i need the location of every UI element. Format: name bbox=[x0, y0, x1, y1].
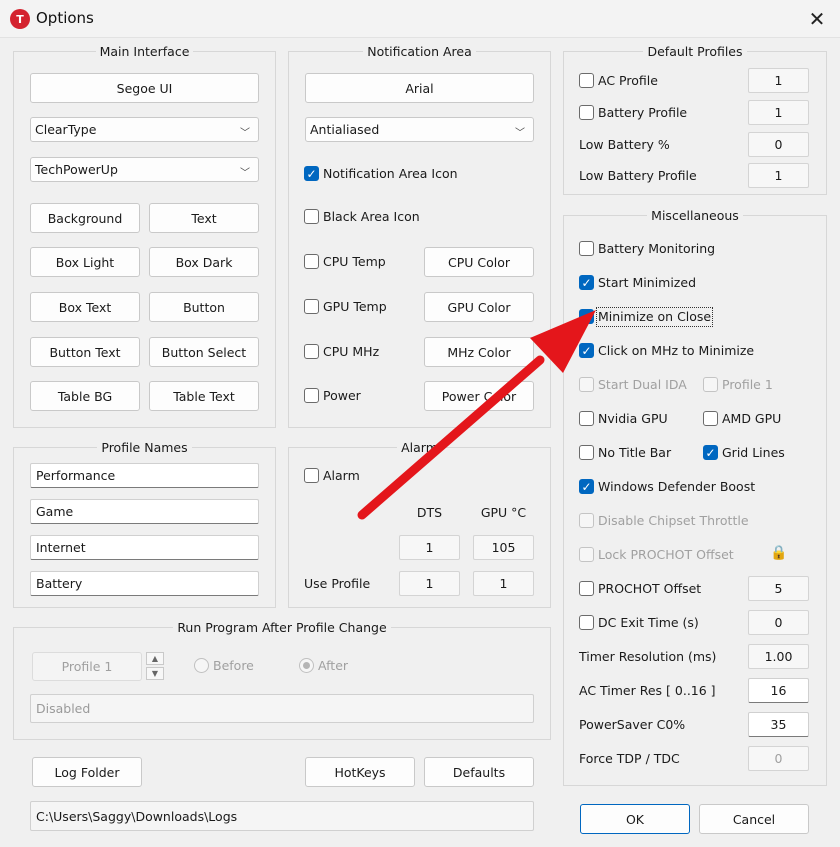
annotation-arrow-icon bbox=[357, 310, 596, 520]
